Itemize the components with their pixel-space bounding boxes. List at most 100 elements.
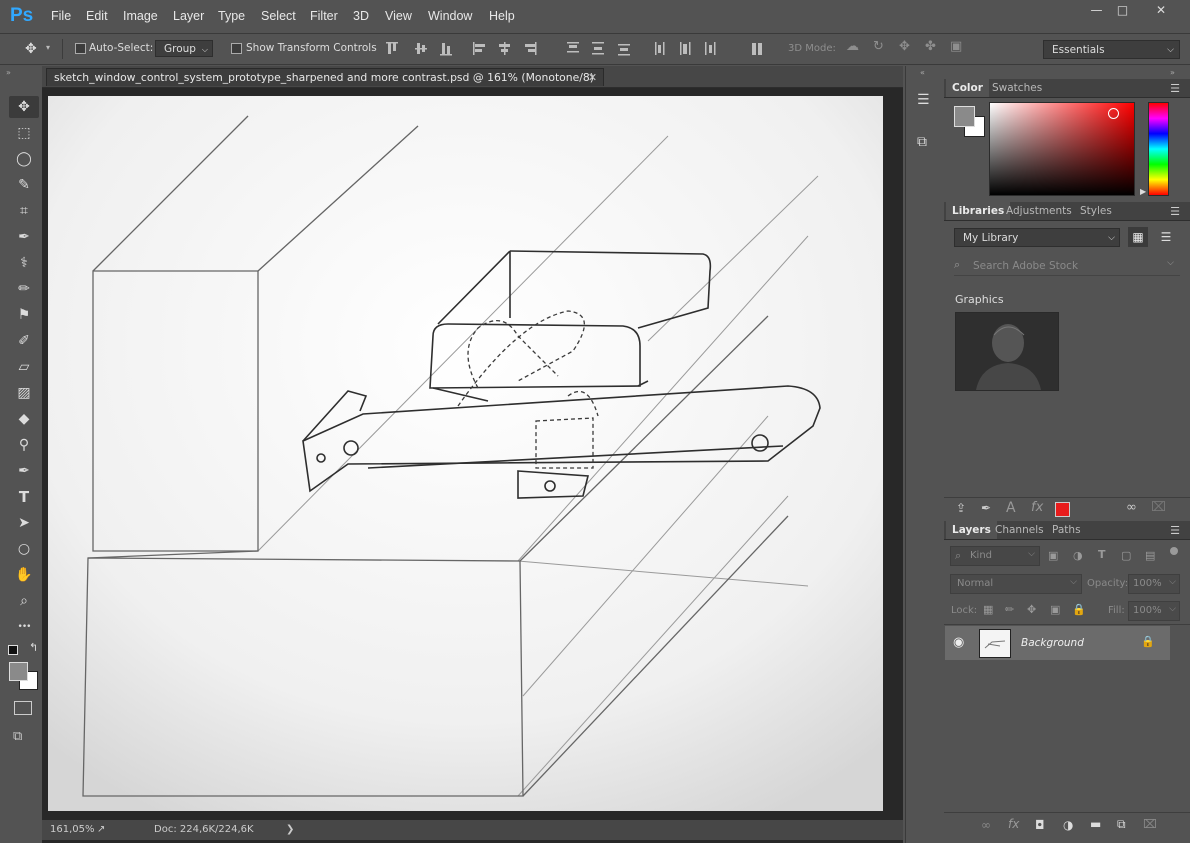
workspace-dropdown[interactable]: Essentials ⌵ (1043, 40, 1180, 59)
lasso-tool-icon[interactable]: ◯ (13, 148, 35, 170)
menu-window[interactable]: Window (428, 9, 472, 23)
foreground-color-swatch[interactable] (9, 662, 28, 681)
filter-adjustment-icon[interactable]: ◑ (1073, 549, 1083, 562)
preset-chevron-down-icon[interactable]: ▾ (46, 43, 50, 52)
panel-menu-icon[interactable]: ☰ (1170, 82, 1180, 95)
blur-tool-icon[interactable]: ◆ (13, 408, 35, 430)
menu-image[interactable]: Image (123, 9, 158, 23)
lock-all-icon[interactable]: 🔒 (1072, 603, 1086, 616)
document-tab[interactable]: sketch_window_control_system_prototype_s… (46, 68, 604, 86)
close-tab-icon[interactable]: ✕ (588, 69, 597, 86)
screen-mode-icon[interactable]: ⧉ (13, 729, 22, 744)
clone-stamp-tool-icon[interactable]: ⚑ (13, 304, 35, 326)
tab-channels[interactable]: Channels (989, 521, 1050, 539)
move-tool-preset-icon[interactable]: ✥ (25, 41, 37, 57)
layer-kind-filter[interactable]: ⌕ Kind ⌵ (950, 546, 1040, 566)
swap-colors-icon[interactable]: ↰ (29, 641, 38, 654)
brush-tool-icon[interactable]: ✏ (13, 278, 35, 300)
grid-view-icon[interactable]: ▦ (1128, 227, 1148, 247)
eraser-tool-icon[interactable]: ▱ (13, 356, 35, 378)
color-picker-cursor[interactable] (1108, 108, 1119, 119)
move-tool-icon[interactable]: ✥ (13, 96, 35, 118)
hue-slider-handle-icon[interactable]: ▶ (1140, 187, 1146, 196)
gradient-tool-icon[interactable]: ▨ (13, 382, 35, 404)
maximize-button[interactable]: □ (1106, 0, 1139, 20)
visibility-eye-icon[interactable]: ◉ (953, 635, 964, 650)
new-layer-icon[interactable]: ⧉ (1117, 817, 1126, 832)
3d-slide-icon[interactable]: ✤ (925, 39, 936, 54)
panel-menu-icon[interactable]: ☰ (1170, 524, 1180, 537)
add-graphic-icon[interactable]: ✒ (981, 501, 991, 515)
collapse-panels-icon[interactable]: » (1170, 68, 1175, 77)
close-button[interactable]: ✕ (1142, 0, 1180, 20)
menu-file[interactable]: File (51, 9, 71, 23)
fill-input[interactable]: 100% ⌵ (1128, 601, 1180, 621)
menu-view[interactable]: View (385, 9, 412, 23)
quick-select-tool-icon[interactable]: ✎ (13, 174, 35, 196)
lock-transparent-icon[interactable]: ▦ (983, 603, 993, 616)
3d-orbit-icon[interactable]: ☁ (846, 39, 859, 54)
collapse-arrows-icon[interactable]: » (6, 68, 11, 77)
eyedropper-tool-icon[interactable]: ✒ (13, 226, 35, 248)
tab-paths[interactable]: Paths (1046, 521, 1087, 539)
list-view-icon[interactable]: ☰ (1156, 227, 1176, 247)
collapse-arrows-icon[interactable]: « (920, 68, 925, 77)
auto-select-checkbox[interactable] (75, 43, 86, 54)
menu-filter[interactable]: Filter (310, 9, 338, 23)
lock-image-icon[interactable]: ✏ (1005, 603, 1014, 616)
layer-name[interactable]: Background (1021, 637, 1084, 649)
graphic-thumbnail[interactable] (955, 312, 1059, 391)
export-icon[interactable]: ↗ (97, 820, 105, 840)
hue-slider[interactable] (1148, 102, 1169, 196)
history-panel-icon[interactable]: ☰ (917, 92, 930, 108)
chevron-down-icon[interactable]: ⌵ (1167, 258, 1174, 268)
show-transform-checkbox[interactable] (231, 43, 242, 54)
type-tool-icon[interactable]: T (13, 486, 35, 508)
upload-icon[interactable]: ⇪ (956, 501, 966, 515)
hand-tool-icon[interactable]: ✋ (13, 564, 35, 586)
filter-toggle-icon[interactable] (1170, 547, 1178, 555)
tab-swatches[interactable]: Swatches (986, 79, 1048, 97)
add-character-style-icon[interactable]: A (1006, 500, 1016, 516)
filter-shape-icon[interactable]: ▢ (1121, 549, 1131, 562)
history-brush-tool-icon[interactable]: ✐ (13, 330, 35, 352)
menu-select[interactable]: Select (261, 9, 296, 23)
menu-type[interactable]: Type (218, 9, 245, 23)
3d-roll-icon[interactable]: ↻ (873, 39, 884, 54)
lock-artboard-icon[interactable]: ▣ (1050, 603, 1060, 616)
3d-pan-icon[interactable]: ✥ (899, 39, 910, 54)
menu-help[interactable]: Help (489, 9, 515, 23)
pen-tool-icon[interactable]: ✒ (13, 460, 35, 482)
auto-select-dropdown[interactable]: Group ⌵ (155, 40, 213, 57)
menu-3d[interactable]: 3D (353, 9, 369, 23)
layer-style-icon[interactable]: fx (1008, 817, 1019, 831)
photoshop-logo[interactable]: Ps (10, 5, 33, 27)
properties-panel-icon[interactable]: ⧉ (917, 134, 927, 150)
add-layer-style-icon[interactable]: fx (1031, 500, 1043, 515)
canvas[interactable] (48, 96, 883, 811)
filter-smart-object-icon[interactable]: ▤ (1145, 549, 1155, 562)
lock-position-icon[interactable]: ✥ (1027, 603, 1036, 616)
add-color-icon[interactable] (1055, 502, 1070, 517)
group-folder-icon[interactable]: ▬ (1090, 817, 1101, 831)
panel-foreground-swatch[interactable] (954, 106, 975, 127)
creative-cloud-icon[interactable]: ∞ (1126, 500, 1137, 515)
marquee-tool-icon[interactable]: ⬚ (13, 122, 35, 144)
dodge-tool-icon[interactable]: ⚲ (13, 434, 35, 456)
menu-edit[interactable]: Edit (86, 9, 108, 23)
default-colors-icon[interactable] (8, 645, 18, 655)
zoom-tool-icon[interactable]: ⌕ (13, 590, 35, 612)
layer-mask-icon[interactable]: ◘ (1035, 818, 1045, 832)
ellipse-tool-icon[interactable]: ○ (13, 538, 35, 560)
crop-tool-icon[interactable]: ⌗ (13, 200, 35, 222)
library-dropdown[interactable]: My Library ⌵ (954, 228, 1120, 247)
layer-row-background[interactable]: ◉ Background 🔒 (945, 626, 1170, 660)
path-select-tool-icon[interactable]: ➤ (13, 512, 35, 534)
menu-layer[interactable]: Layer (173, 9, 204, 23)
adjustment-layer-icon[interactable]: ◑ (1063, 818, 1073, 832)
stock-search[interactable]: ⌕ Search Adobe Stock ⌵ (954, 257, 1180, 276)
quick-mask-icon[interactable] (14, 701, 32, 715)
opacity-input[interactable]: 100% ⌵ (1128, 574, 1180, 594)
delete-layer-icon[interactable]: ⌧ (1143, 817, 1157, 831)
zoom-level[interactable]: 161,05% (50, 820, 95, 840)
